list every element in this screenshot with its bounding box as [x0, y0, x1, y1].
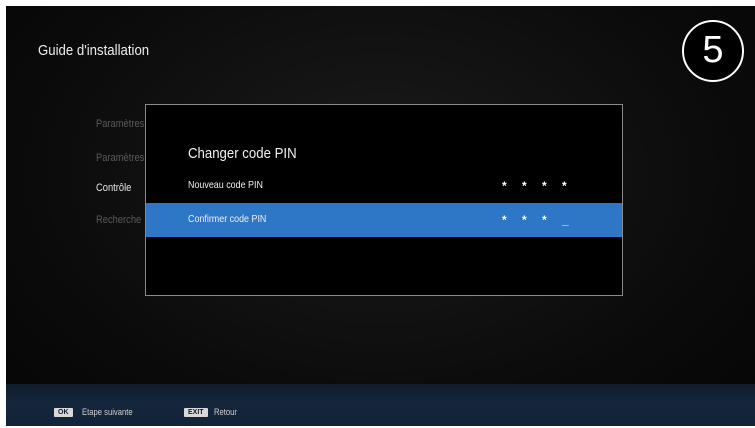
- page-title: Guide d'installation: [38, 42, 150, 59]
- confirm-pin-label: Confirmer code PIN: [188, 213, 267, 225]
- confirm-pin-input[interactable]: * * * _: [502, 213, 575, 227]
- step-item: Paramètres: [96, 118, 145, 130]
- change-pin-dialog: Changer code PIN Nouveau code PIN * * * …: [145, 104, 623, 296]
- footer-hint-bar: OK Etape suivante EXIT Retour: [6, 384, 755, 426]
- new-pin-input[interactable]: * * * *: [502, 179, 573, 193]
- new-pin-row[interactable]: Nouveau code PIN * * * *: [146, 169, 622, 203]
- step-item: Recherche: [96, 214, 142, 226]
- ok-key-icon: OK: [54, 408, 73, 417]
- step-number-badge: 5: [682, 20, 744, 82]
- new-pin-label: Nouveau code PIN: [188, 179, 263, 191]
- step-item: Paramètres: [96, 152, 145, 164]
- footer-back-label: Retour: [214, 407, 237, 417]
- dialog-title: Changer code PIN: [188, 145, 297, 162]
- tv-screen: Guide d'installation Paramètres Paramètr…: [6, 6, 755, 426]
- footer-next-label: Etape suivante: [82, 407, 133, 417]
- step-item-active: Contrôle: [96, 182, 132, 194]
- exit-key-icon: EXIT: [184, 408, 208, 417]
- confirm-pin-row[interactable]: Confirmer code PIN * * * _: [146, 203, 622, 237]
